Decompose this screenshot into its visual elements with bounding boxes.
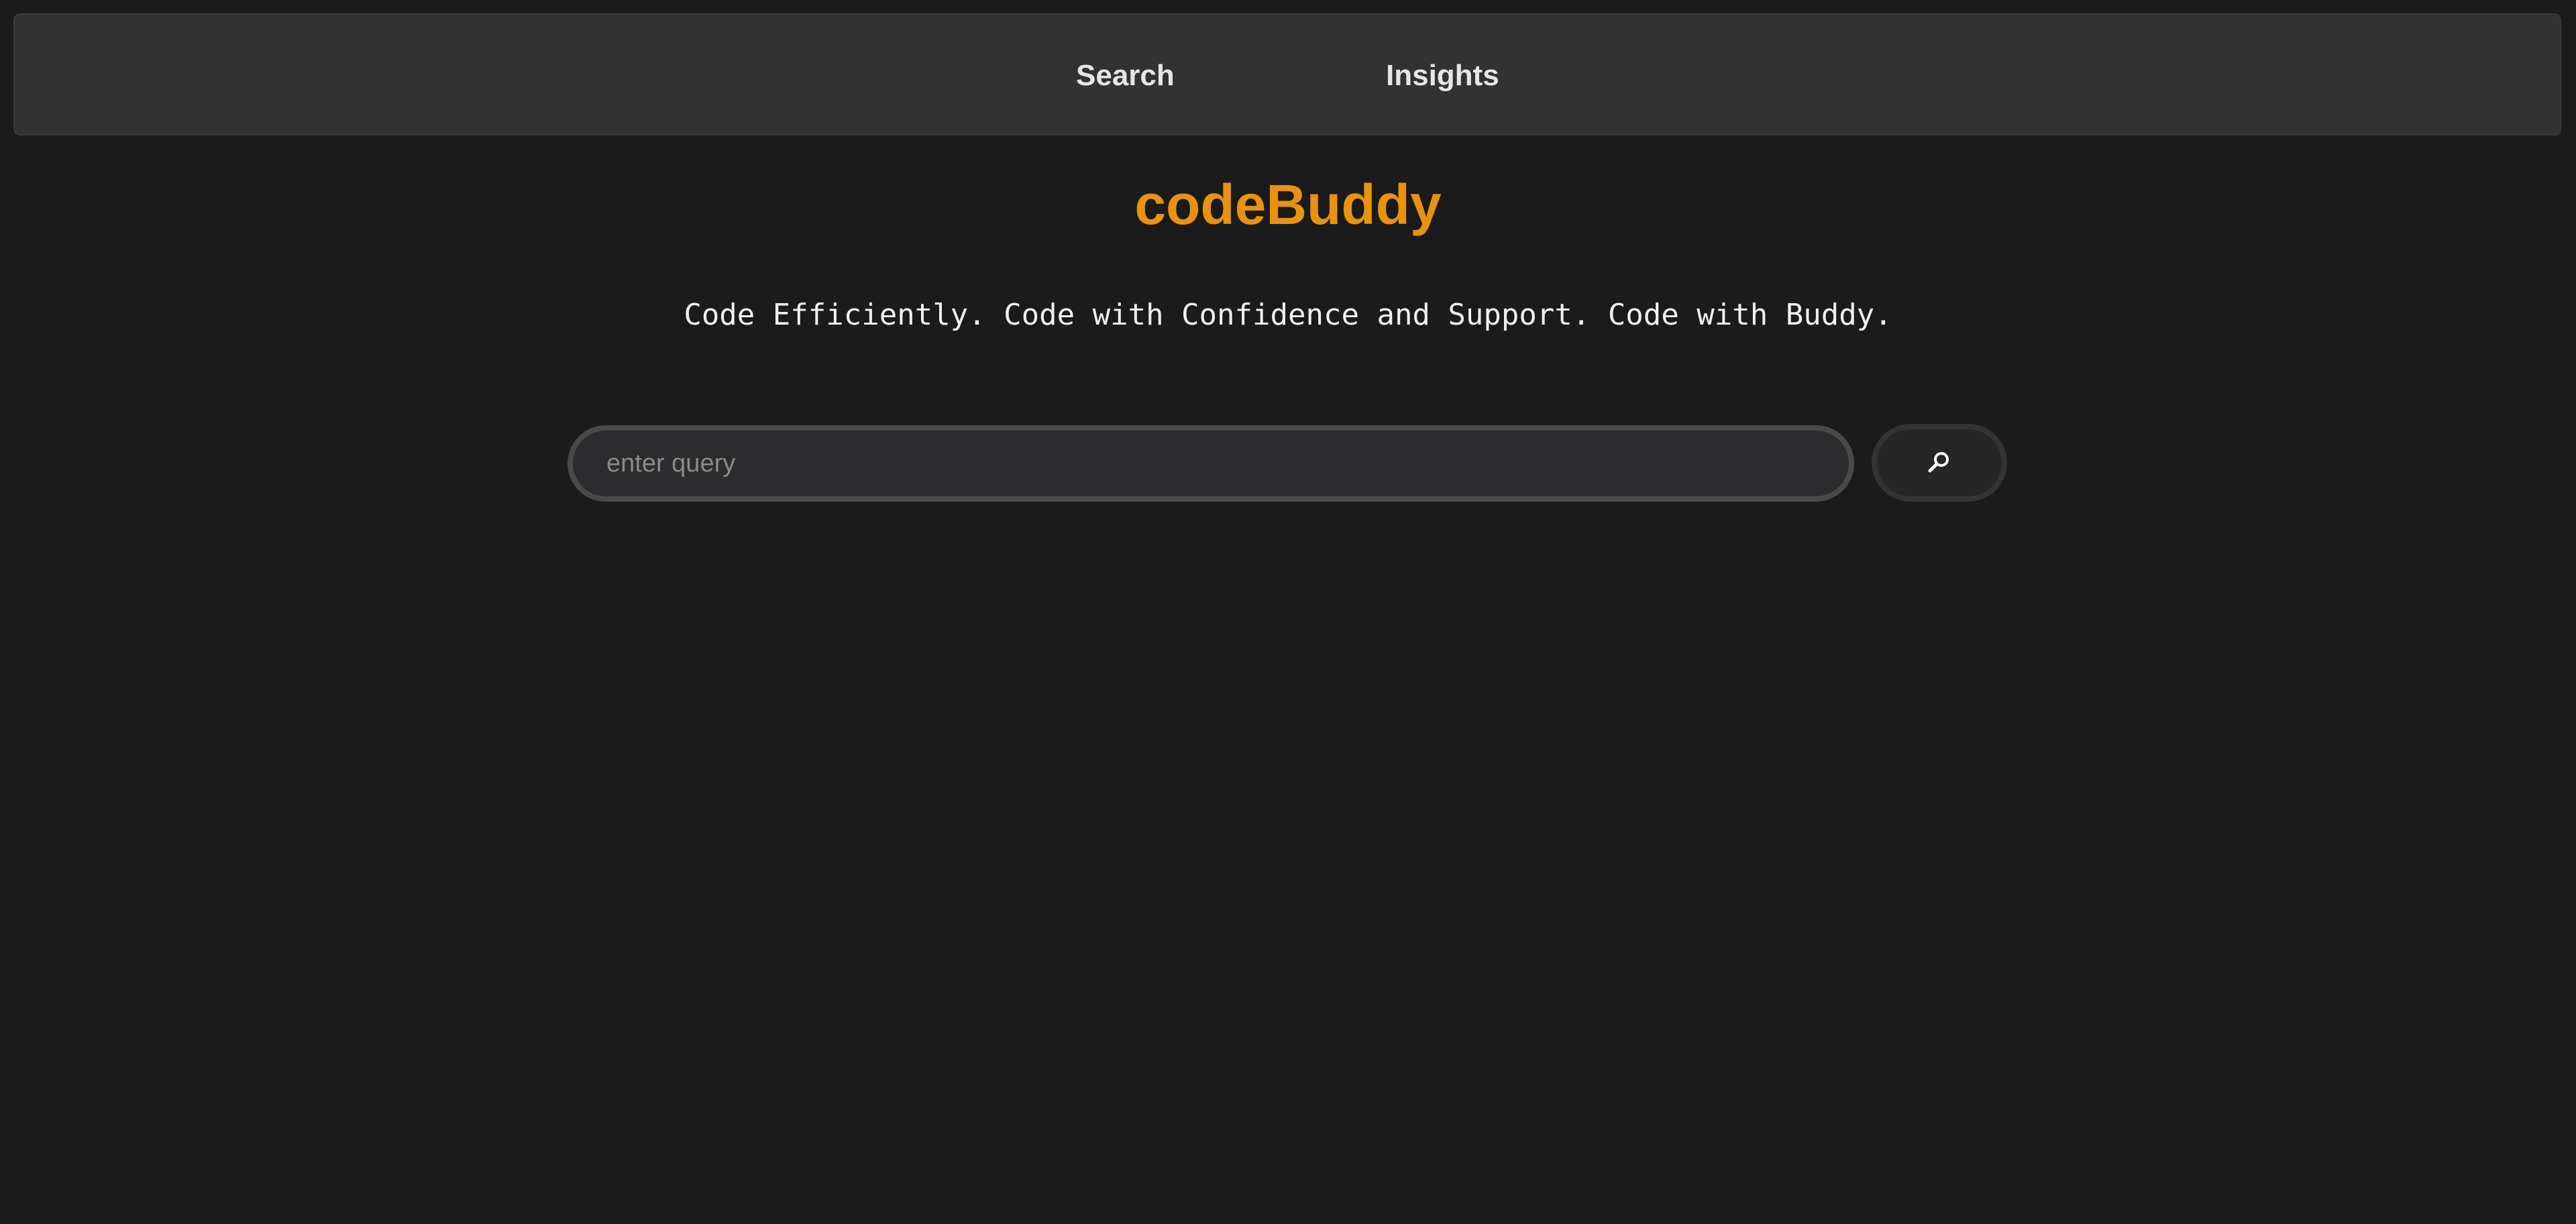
- app-title: codeBuddy: [1134, 173, 1442, 236]
- search-icon: [1926, 448, 1953, 478]
- tagline: Code Efficiently. Code with Confidence a…: [684, 298, 1892, 332]
- nav-item-search[interactable]: Search: [1076, 15, 1175, 137]
- nav-item-insights[interactable]: Insights: [1386, 15, 1499, 137]
- top-navigation-bar: Search Insights: [13, 13, 2561, 135]
- search-button[interactable]: [1872, 424, 2007, 502]
- search-input[interactable]: [568, 425, 1854, 502]
